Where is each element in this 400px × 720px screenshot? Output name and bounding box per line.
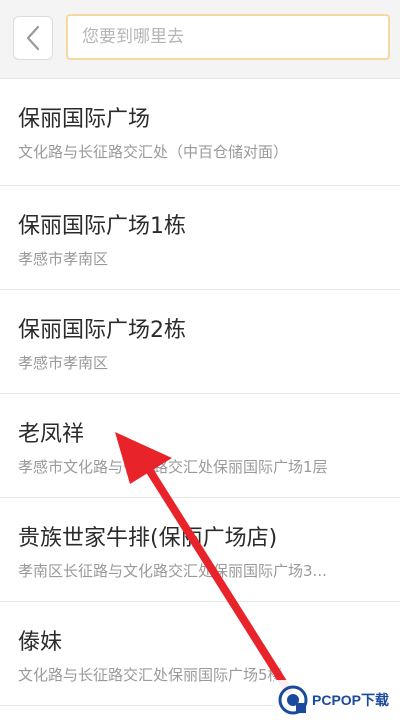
list-item[interactable]: 保丽国际广场 文化路与长征路交汇处（中百仓储对面） bbox=[0, 79, 400, 186]
result-address: 孝感市文化路与长征路交汇处保丽国际广场1层 bbox=[18, 458, 328, 476]
result-name: 傣妹 bbox=[18, 630, 63, 655]
screen: 保丽国际广场 文化路与长征路交汇处（中百仓储对面） 保丽国际广场1栋 孝感市孝南… bbox=[0, 0, 400, 720]
result-address: 孝感市孝南区 bbox=[18, 250, 109, 268]
search-input[interactable] bbox=[68, 16, 388, 58]
result-name: 贵族世家牛排(保丽广场店) bbox=[18, 526, 278, 551]
pcpop-logo-icon bbox=[278, 685, 308, 715]
watermark: PCPOP下载 bbox=[274, 680, 400, 720]
result-address: 文化路与长征路交汇处保丽国际广场5楼 bbox=[18, 666, 283, 684]
result-address: 孝南区长征路与文化路交汇处保丽国际广场3... bbox=[18, 562, 327, 580]
search-box[interactable] bbox=[66, 14, 390, 60]
back-button[interactable] bbox=[13, 16, 53, 60]
result-address: 文化路与长征路交汇处（中百仓储对面） bbox=[18, 143, 289, 161]
list-item[interactable]: 老凤祥 孝感市文化路与长征路交汇处保丽国际广场1层 bbox=[0, 394, 400, 498]
result-name: 保丽国际广场1栋 bbox=[18, 214, 186, 239]
list-item[interactable]: 保丽国际广场2栋 孝感市孝南区 bbox=[0, 290, 400, 394]
result-name: 保丽国际广场2栋 bbox=[18, 318, 186, 343]
top-bar bbox=[0, 0, 400, 79]
result-list: 保丽国际广场 文化路与长征路交汇处（中百仓储对面） 保丽国际广场1栋 孝感市孝南… bbox=[0, 79, 400, 706]
result-name: 老凤祥 bbox=[18, 422, 85, 447]
list-item[interactable]: 保丽国际广场1栋 孝感市孝南区 bbox=[0, 186, 400, 290]
result-address: 孝感市孝南区 bbox=[18, 354, 109, 372]
chevron-left-icon bbox=[26, 25, 40, 51]
result-name: 保丽国际广场 bbox=[18, 107, 151, 132]
list-item[interactable]: 贵族世家牛排(保丽广场店) 孝南区长征路与文化路交汇处保丽国际广场3... bbox=[0, 498, 400, 602]
watermark-text: PCPOP下载 bbox=[312, 692, 390, 708]
